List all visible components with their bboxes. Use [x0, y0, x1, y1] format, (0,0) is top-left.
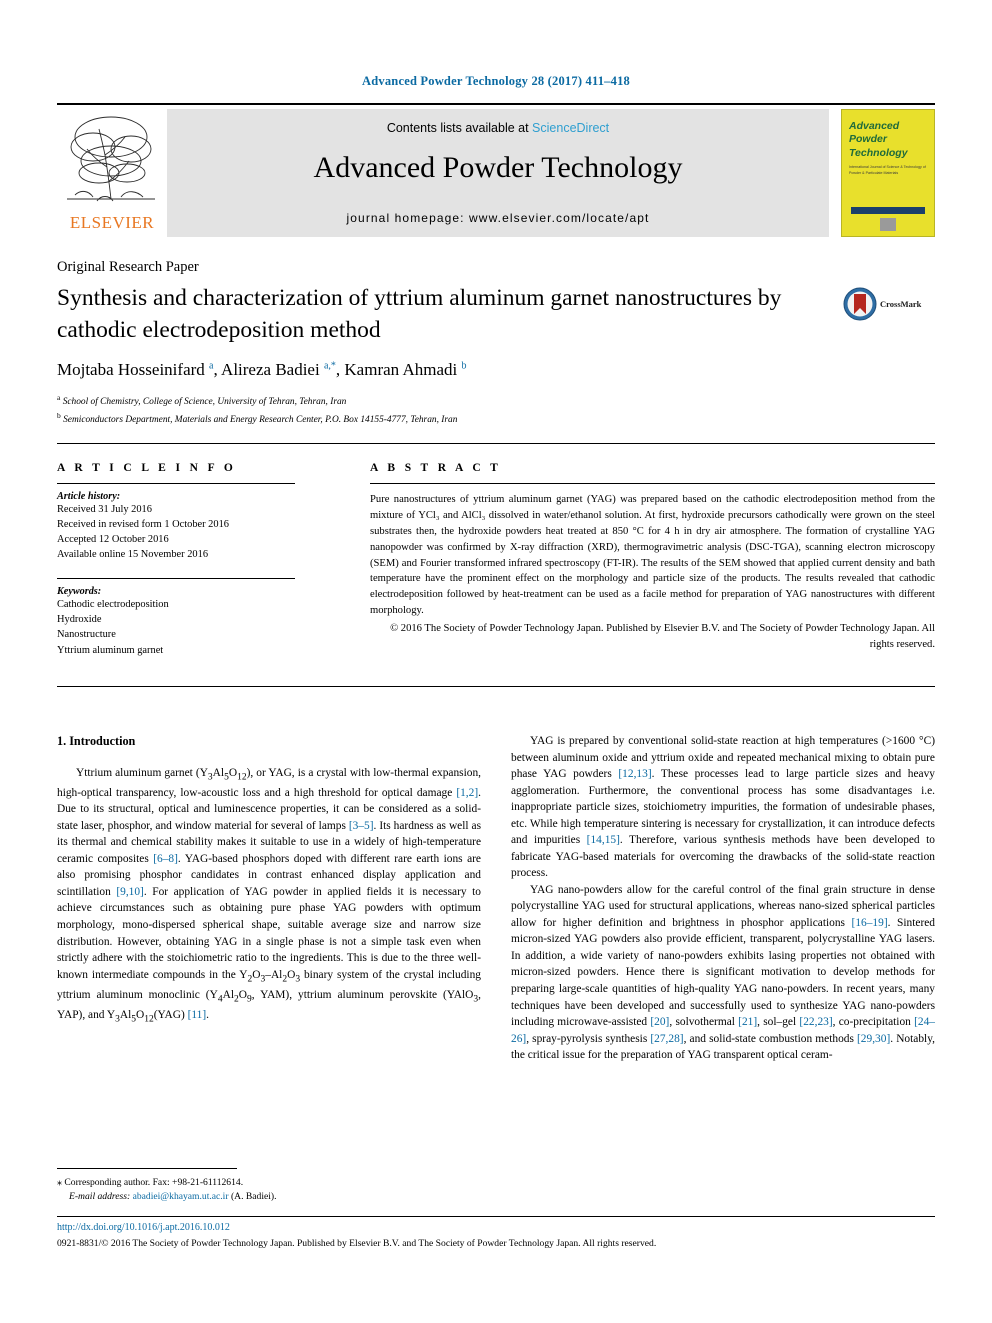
corresponding-author-note: ⁎ Corresponding author. Fax: +98-21-6111… — [57, 1177, 244, 1188]
footer-top-rule — [57, 1216, 935, 1217]
affiliation-b: b Semiconductors Department, Materials a… — [57, 410, 458, 425]
journal-homepage-link[interactable]: journal homepage: www.elsevier.com/locat… — [167, 211, 829, 225]
crossmark-label: CrossMark — [880, 299, 922, 309]
keywords-list: Cathodic electrodeposition Hydroxide Nan… — [57, 597, 319, 657]
article-info-rule-2 — [57, 578, 295, 580]
cover-title: Advanced Powder Technology — [849, 120, 927, 160]
history-item: Accepted 12 October 2016 — [57, 534, 169, 546]
history-item: Received in revised form 1 October 2016 — [57, 519, 229, 531]
keyword-item: Hydroxide — [57, 614, 102, 626]
keywords-label: Keywords: — [57, 586, 102, 598]
intro-paragraph-right-2: YAG nano-powders allow for the careful c… — [511, 883, 935, 1062]
section-heading-introduction: 1. Introduction — [57, 734, 136, 748]
abstract-copyright: © 2016 The Society of Powder Technology … — [390, 623, 935, 651]
intro-paragraph-right-1: YAG is prepared by conventional solid-st… — [511, 735, 935, 880]
contents-list-line: Contents lists available at ScienceDirec… — [167, 121, 829, 135]
cover-subtitle: International Journal of Science & Techn… — [849, 165, 926, 175]
keyword-item: Cathodic electrodeposition — [57, 599, 169, 611]
footnote-rule — [57, 1168, 237, 1169]
issn-copyright-line: 0921-8831/© 2016 The Society of Powder T… — [57, 1238, 657, 1249]
email-author-suffix: (A. Badiei). — [228, 1191, 277, 1203]
running-head: Advanced Powder Technology 28 (2017) 411… — [362, 74, 630, 88]
history-item: Available online 15 November 2016 — [57, 549, 209, 561]
history-item: Received 31 July 2016 — [57, 504, 152, 515]
footnote-block: ⁎ Corresponding author. Fax: +98-21-6111… — [57, 1175, 487, 1205]
email-note: E-mail address: abadiei@khayam.ut.ac.ir … — [57, 1190, 487, 1204]
journal-cover-thumbnail[interactable]: Advanced Powder Technology International… — [841, 109, 935, 237]
elsevier-logo: ELSEVIER — [57, 109, 167, 237]
banner-center: Contents lists available at ScienceDirec… — [167, 109, 829, 237]
article-type-label: Original Research Paper — [57, 259, 199, 275]
journal-banner: ELSEVIER Contents lists available at Sci… — [57, 103, 935, 237]
cover-title-line1: Advanced — [849, 120, 900, 132]
elsevier-wordmark: ELSEVIER — [69, 213, 155, 232]
affiliation-a-text: School of Chemistry, College of Science,… — [62, 397, 347, 408]
crossmark-icon — [843, 287, 877, 321]
author-list: Mojtaba Hosseinifard a, Alireza Badiei a… — [57, 360, 467, 379]
info-block-bottom-rule — [57, 686, 935, 687]
article-info-heading: A R T I C L E I N F O — [57, 462, 237, 474]
abstract-heading: A B S T R A C T — [370, 462, 502, 474]
article-history-list: Received 31 July 2016 Received in revise… — [57, 502, 319, 562]
info-block-top-rule — [57, 443, 935, 444]
intro-paragraph-left: Yttrium aluminum garnet (Y3Al5O12), or Y… — [57, 766, 482, 1024]
article-info-column: A R T I C L E I N F O Article history: R… — [57, 462, 319, 658]
affiliations: a School of Chemistry, College of Scienc… — [57, 392, 857, 427]
paper-page: Advanced Powder Technology 28 (2017) 411… — [0, 0, 992, 1323]
contents-prefix: Contents lists available at — [386, 121, 533, 135]
abstract-text: Pure nanostructures of yttrium aluminum … — [370, 494, 935, 617]
abstract-rule — [370, 483, 935, 484]
cover-title-line2: Powder — [849, 133, 887, 146]
body-column-left: 1. Introduction Yttrium aluminum garnet … — [57, 733, 481, 1027]
body-column-right: YAG is prepared by conventional solid-st… — [511, 733, 935, 1064]
cover-banner-bar — [851, 207, 925, 214]
keyword-item: Nanostructure — [57, 629, 116, 641]
cover-title-line3: Technology — [849, 146, 908, 159]
cover-publisher-mark — [880, 218, 896, 231]
crossmark-badge[interactable]: CrossMark — [843, 283, 939, 325]
elsevier-tree-icon — [67, 116, 155, 202]
email-address-label: E-mail address: — [69, 1191, 131, 1203]
doi-link[interactable]: http://dx.doi.org/10.1016/j.apt.2016.10.… — [57, 1222, 230, 1233]
article-info-rule-1 — [57, 483, 295, 484]
page-title: Synthesis and characterization of yttriu… — [57, 285, 782, 343]
affiliation-a: a School of Chemistry, College of Scienc… — [57, 393, 347, 408]
abstract-column: A B S T R A C T Pure nanostructures of y… — [370, 462, 935, 653]
email-address-link[interactable]: abadiei@khayam.ut.ac.ir — [133, 1191, 229, 1202]
journal-title: Advanced Powder Technology — [313, 151, 683, 184]
affiliation-b-text: Semiconductors Department, Materials and… — [63, 414, 458, 425]
keyword-item: Yttrium aluminum garnet — [57, 644, 164, 656]
article-history-label: Article history: — [57, 491, 121, 502]
sciencedirect-link[interactable]: ScienceDirect — [532, 121, 609, 135]
